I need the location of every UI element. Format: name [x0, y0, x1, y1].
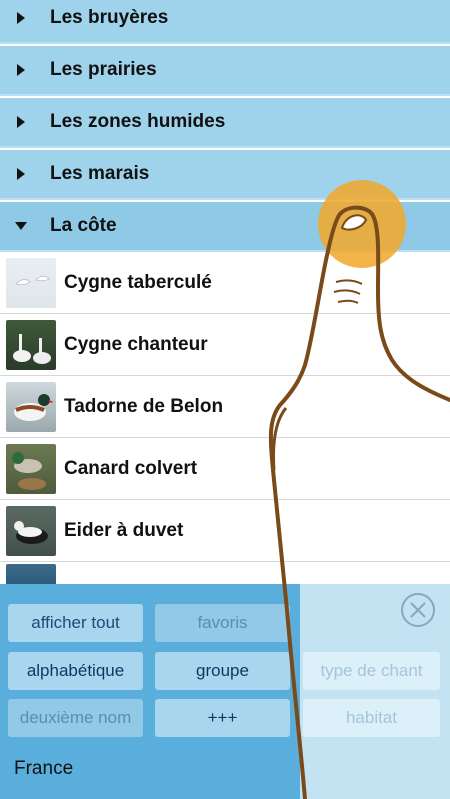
- bird-thumbnail: [6, 505, 56, 556]
- triangle-down-icon: [0, 222, 50, 230]
- category-label: Les zones humides: [50, 111, 226, 132]
- category-row-bruyeres[interactable]: Les bruyères: [0, 0, 450, 44]
- bird-thumbnail: [6, 563, 56, 586]
- category-row-cote[interactable]: La côte: [0, 202, 450, 252]
- more-button[interactable]: +++: [155, 699, 290, 737]
- category-label: Les marais: [50, 163, 150, 184]
- favorites-button[interactable]: favoris: [155, 604, 290, 642]
- bird-row[interactable]: Eider à duvet: [0, 500, 450, 562]
- category-label: Les prairies: [50, 59, 157, 80]
- region-label: France: [14, 758, 74, 779]
- bird-name: Canard colvert: [64, 457, 198, 479]
- bird-thumbnail: [6, 381, 56, 432]
- category-label: Les bruyères: [50, 7, 169, 28]
- group-button[interactable]: groupe: [155, 652, 290, 690]
- bird-thumbnail: [6, 257, 56, 308]
- bird-thumbnail: [6, 443, 56, 494]
- triangle-right-icon: [0, 168, 50, 180]
- song-type-button[interactable]: type de chant: [303, 652, 440, 690]
- second-name-button[interactable]: deuxième nom: [8, 699, 143, 737]
- habitat-button[interactable]: habitat: [303, 699, 440, 737]
- triangle-right-icon: [0, 64, 50, 76]
- close-button[interactable]: [400, 592, 436, 628]
- category-row-zones-humides[interactable]: Les zones humides: [0, 98, 450, 148]
- bird-name: Eider à duvet: [64, 519, 184, 541]
- bird-name: Tadorne de Belon: [64, 395, 224, 417]
- show-all-button[interactable]: afficher tout: [8, 604, 143, 642]
- category-row-prairies[interactable]: Les prairies: [0, 46, 450, 96]
- alphabetical-button[interactable]: alphabétique: [8, 652, 143, 690]
- bird-name: Cygne chanteur: [64, 333, 208, 355]
- bird-row[interactable]: Cygne taberculé: [0, 252, 450, 314]
- triangle-right-icon: [0, 12, 50, 24]
- triangle-right-icon: [0, 116, 50, 128]
- bird-row[interactable]: Canard colvert: [0, 438, 450, 500]
- bird-thumbnail: [6, 319, 56, 370]
- category-label: La côte: [50, 215, 117, 236]
- category-row-marais[interactable]: Les marais: [0, 150, 450, 200]
- bird-row[interactable]: Cygne chanteur: [0, 314, 450, 376]
- close-circle-icon: [401, 593, 435, 627]
- bird-row[interactable]: Tadorne de Belon: [0, 376, 450, 438]
- bird-name: Cygne taberculé: [64, 271, 212, 293]
